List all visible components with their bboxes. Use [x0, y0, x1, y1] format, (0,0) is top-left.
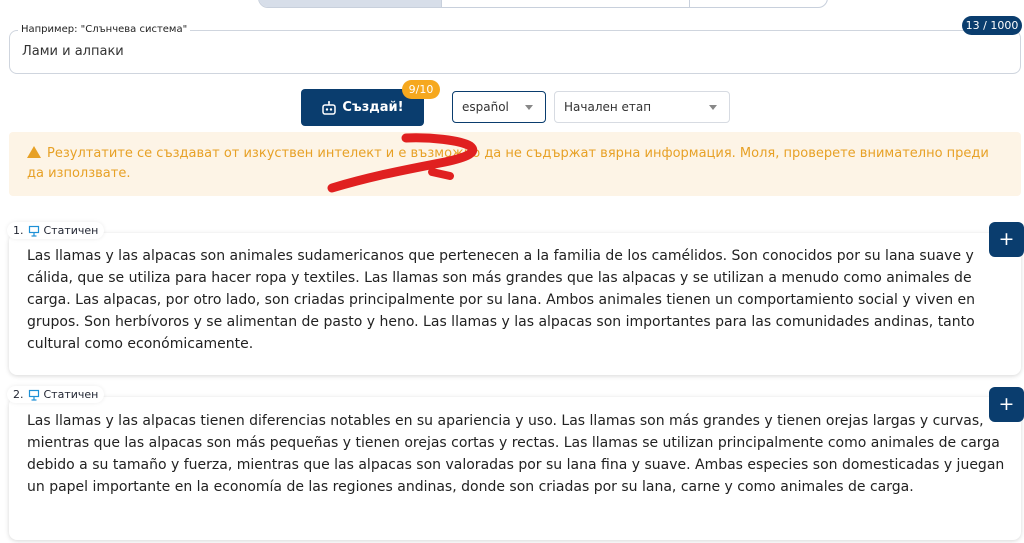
chevron-down-icon	[525, 105, 533, 110]
tab-second[interactable]	[442, 0, 690, 7]
quota-badge: 9/10	[402, 80, 440, 99]
card-text: Las llamas y las alpacas tienen diferenc…	[27, 413, 1005, 495]
tab-active[interactable]	[259, 0, 442, 7]
language-select[interactable]: español	[452, 91, 546, 123]
warning-triangle-icon	[27, 146, 41, 158]
add-button[interactable]: +	[989, 222, 1024, 257]
char-counter: 13 / 1000	[962, 16, 1022, 35]
robot-icon	[322, 100, 337, 115]
card-number: 1.	[13, 224, 24, 237]
card-kind: Статичен	[43, 388, 99, 401]
content-card: Las llamas y las alpacas son animales su…	[9, 233, 1021, 375]
card-kind: Статичен	[43, 224, 99, 237]
ai-warning-banner: Резултатите се създават от изкуствен инт…	[9, 132, 1021, 196]
presentation-icon	[28, 389, 39, 401]
template-select-value: Начален етап	[564, 100, 652, 114]
card-type-label: 2. Статичен	[7, 386, 105, 403]
template-select[interactable]: Начален етап	[554, 91, 730, 123]
card-number: 2.	[13, 388, 24, 401]
content-card: Las llamas y las alpacas tienen diferenc…	[9, 397, 1021, 540]
warning-text: Резултатите се създават от изкуствен инт…	[27, 146, 989, 181]
create-button-label: Създай!	[342, 100, 404, 115]
card-text: Las llamas y las alpacas son animales su…	[27, 248, 976, 352]
mode-tabs	[258, 0, 828, 8]
topic-label: Например: "Слънчева система"	[18, 24, 191, 36]
add-button[interactable]: +	[989, 387, 1024, 422]
chevron-down-icon	[709, 105, 717, 110]
card-type-label: 1. Статичен	[7, 222, 105, 239]
topic-input[interactable]	[22, 44, 922, 59]
presentation-icon	[28, 225, 39, 237]
tab-third[interactable]	[690, 0, 827, 7]
language-select-value: español	[462, 100, 509, 114]
